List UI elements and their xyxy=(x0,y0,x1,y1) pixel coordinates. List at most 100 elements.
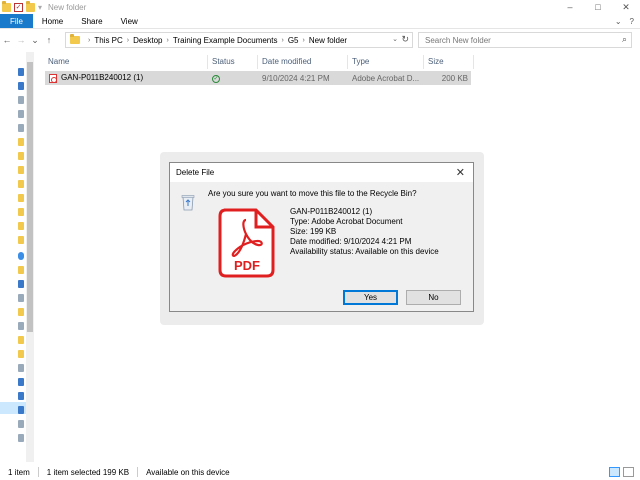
folder-icon[interactable] xyxy=(18,194,24,202)
documents-icon[interactable] xyxy=(18,322,24,330)
recycle-bin-icon xyxy=(181,195,195,211)
address-folder-icon xyxy=(70,34,80,44)
delete-file-dialog: Delete File ✕ Are you sure you want to m… xyxy=(169,162,474,312)
pdf-document-icon: PDF xyxy=(218,208,275,278)
folder-icon[interactable] xyxy=(18,166,24,174)
help-icon[interactable]: ? xyxy=(630,17,634,26)
file-row[interactable]: GAN-P011B240012 (1) ✓ 9/10/2024 4:21 PM … xyxy=(45,71,471,85)
title-bar: ✓ ▾ New folder – □ ✕ xyxy=(0,0,640,14)
downloads-icon[interactable] xyxy=(18,96,24,104)
properties-icon[interactable]: ✓ xyxy=(14,2,23,12)
folder-icon[interactable] xyxy=(18,138,24,146)
chevron-right-icon[interactable]: › xyxy=(281,37,283,44)
refresh-icon[interactable]: ↻ xyxy=(401,34,409,45)
quick-access-toolbar: ✓ ▾ xyxy=(0,0,42,12)
file-type: Adobe Acrobat D... xyxy=(352,73,420,83)
folder-icon[interactable] xyxy=(18,350,24,358)
folder-icon[interactable] xyxy=(18,222,24,230)
folder-icon[interactable] xyxy=(18,208,24,216)
pdf-label: PDF xyxy=(234,258,260,273)
maximize-button[interactable]: □ xyxy=(584,0,612,14)
column-headers: Name Status Date modified Type Size xyxy=(44,55,474,69)
status-divider xyxy=(37,467,39,477)
dialog-file-name: GAN-P011B240012 (1) xyxy=(290,207,373,216)
desktop-icon[interactable] xyxy=(18,280,24,288)
selection-info: 1 item selected 199 KB xyxy=(46,467,130,477)
up-arrow-icon[interactable]: ↑ xyxy=(42,35,56,45)
address-bar[interactable]: › This PC › Desktop › Training Example D… xyxy=(65,32,413,48)
tab-view[interactable]: View xyxy=(112,14,147,28)
breadcrumb-g5[interactable]: G5 xyxy=(288,36,299,45)
chevron-right-icon[interactable]: › xyxy=(303,37,305,44)
file-info: GAN-P011B240012 (1) Type: Adobe Acrobat … xyxy=(290,207,439,257)
yes-button[interactable]: Yes xyxy=(343,290,398,305)
details-view-icon[interactable] xyxy=(609,467,620,477)
folder-icon xyxy=(2,0,11,12)
documents-icon[interactable] xyxy=(18,110,24,118)
dialog-availability: Availability status: Available on this d… xyxy=(290,247,439,256)
desktop-icon[interactable] xyxy=(18,82,24,90)
column-header-type[interactable]: Type xyxy=(348,55,424,69)
folder-icon[interactable] xyxy=(18,308,24,316)
tab-file[interactable]: File xyxy=(0,14,33,28)
quick-access-icon[interactable] xyxy=(18,68,24,76)
column-header-name[interactable]: Name xyxy=(44,55,208,69)
chevron-right-icon[interactable]: › xyxy=(88,37,90,44)
dialog-file-size: Size: 199 KB xyxy=(290,227,337,236)
close-button[interactable]: ✕ xyxy=(612,0,640,14)
folder-icon[interactable] xyxy=(18,180,24,188)
large-icons-view-icon[interactable] xyxy=(623,467,634,477)
search-icon[interactable]: ⌕ xyxy=(622,34,627,45)
folder-icon[interactable] xyxy=(18,152,24,160)
expand-ribbon-icon[interactable]: ⌄ xyxy=(615,17,622,26)
column-header-status[interactable]: Status xyxy=(208,55,258,69)
recent-locations-icon[interactable]: ⌄ xyxy=(28,35,42,46)
folder-icon[interactable] xyxy=(18,266,24,274)
desktop-icon[interactable] xyxy=(18,392,24,400)
navigation-bar: ← → ⌄ ↑ › This PC › Desktop › Training E… xyxy=(0,31,640,49)
back-arrow-icon[interactable]: ← xyxy=(0,35,14,45)
status-divider xyxy=(137,467,139,477)
file-size: 200 KB xyxy=(441,73,468,83)
no-button[interactable]: No xyxy=(406,290,461,305)
ribbon-tabs: File Home Share View ⌄ ? xyxy=(0,14,640,29)
tab-home[interactable]: Home xyxy=(33,14,72,28)
documents-icon[interactable] xyxy=(18,406,24,414)
forward-arrow-icon[interactable]: → xyxy=(14,35,28,45)
pdf-file-icon xyxy=(49,73,57,83)
documents-icon[interactable] xyxy=(18,364,24,372)
window-title: New folder xyxy=(48,2,87,12)
file-name: GAN-P011B240012 (1) xyxy=(61,73,144,83)
dialog-file-type: Type: Adobe Acrobat Document xyxy=(290,217,403,226)
column-header-size[interactable]: Size xyxy=(424,55,474,69)
chevron-right-icon[interactable]: › xyxy=(127,37,129,44)
this-pc-icon[interactable] xyxy=(18,378,24,386)
column-header-date-modified[interactable]: Date modified xyxy=(258,55,348,69)
downloads-icon[interactable] xyxy=(18,420,24,428)
folder-icon[interactable] xyxy=(18,236,24,244)
documents-icon[interactable] xyxy=(18,294,24,302)
search-input[interactable]: Search New folder ⌕ xyxy=(418,32,632,48)
dialog-title-bar: Delete File xyxy=(170,163,473,182)
breadcrumb-training-docs[interactable]: Training Example Documents xyxy=(173,36,278,45)
chevron-right-icon[interactable]: › xyxy=(167,37,169,44)
folder-icon[interactable] xyxy=(18,336,24,344)
minimize-button[interactable]: – xyxy=(556,0,584,14)
breadcrumb-new-folder[interactable]: New folder xyxy=(309,36,347,45)
tab-share[interactable]: Share xyxy=(72,14,111,28)
customize-qat-icon[interactable]: ▾ xyxy=(38,3,42,12)
dialog-date-modified: Date modified: 9/10/2024 4:21 PM xyxy=(290,237,412,246)
dialog-question: Are you sure you want to move this file … xyxy=(208,189,417,198)
dialog-close-icon[interactable]: ✕ xyxy=(456,166,465,179)
scrollbar-thumb[interactable] xyxy=(27,62,33,332)
music-icon[interactable] xyxy=(18,434,24,442)
pictures-icon[interactable] xyxy=(18,124,24,132)
navigation-scrollbar[interactable] xyxy=(26,52,34,462)
onedrive-icon[interactable] xyxy=(18,252,24,260)
breadcrumb-desktop[interactable]: Desktop xyxy=(133,36,162,45)
available-status-icon: ✓ xyxy=(212,75,220,83)
breadcrumb-this-pc[interactable]: This PC xyxy=(94,36,122,45)
address-dropdown-icon[interactable]: ⌄ xyxy=(392,35,398,43)
new-folder-icon[interactable] xyxy=(26,0,35,12)
search-placeholder: Search New folder xyxy=(425,35,491,45)
